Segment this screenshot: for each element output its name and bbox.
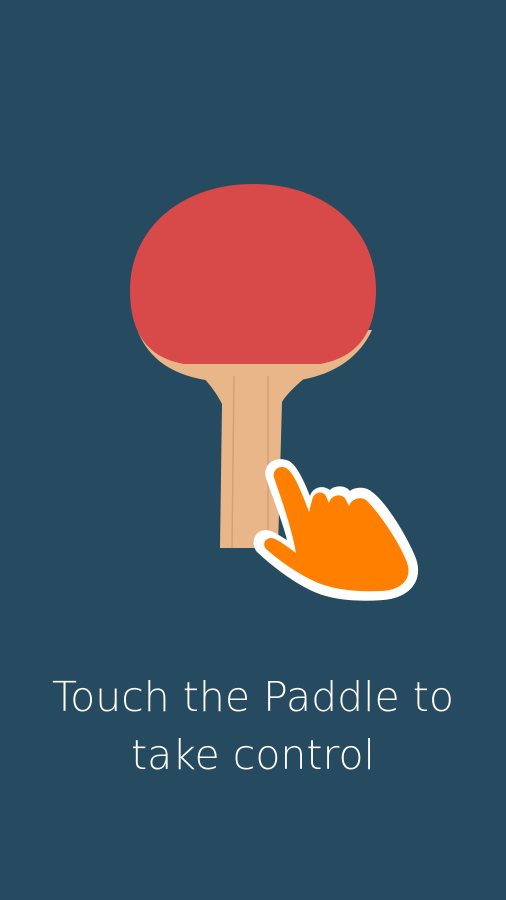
instruction-line-2: take control: [131, 731, 375, 779]
instruction-line-1: Touch the Paddle to: [52, 673, 454, 721]
tutorial-screen[interactable]: Touch the Paddle to take control: [0, 0, 506, 900]
paddle-illustration[interactable]: [0, 0, 506, 640]
paddle-rubber: [130, 184, 376, 364]
instruction-text: Touch the Paddle to take control: [0, 668, 506, 784]
